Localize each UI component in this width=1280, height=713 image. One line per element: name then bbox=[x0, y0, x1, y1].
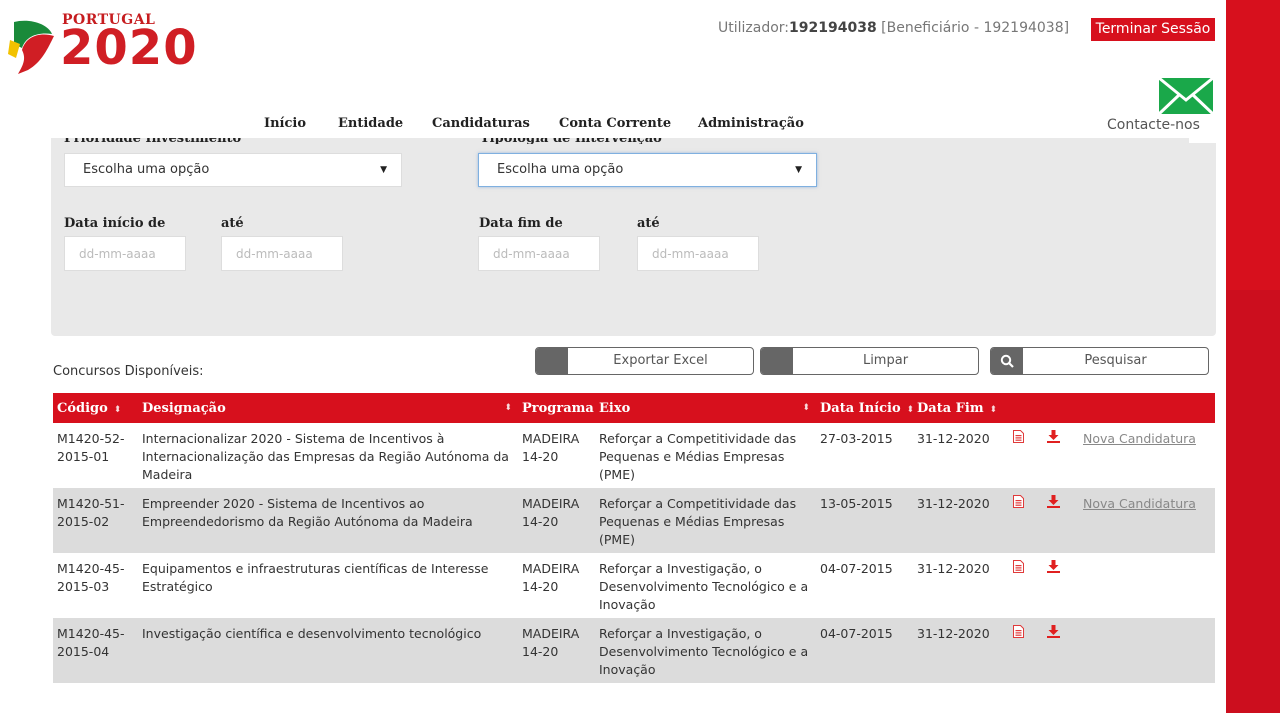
table-row: M1420-45-2015-04 Investigação científica … bbox=[53, 618, 1215, 683]
cell-data-fim: 31-12-2020 bbox=[913, 618, 1009, 683]
tipologia-select[interactable]: Escolha uma opção ▼ bbox=[478, 153, 817, 187]
download-icon[interactable] bbox=[1047, 430, 1060, 443]
download-icon[interactable] bbox=[1047, 625, 1060, 638]
cell-data-inicio: 27-03-2015 bbox=[820, 431, 893, 446]
nav-item-inicio[interactable]: Início bbox=[264, 116, 306, 131]
cell-eixo: Reforçar a Competitividade das Pequenas … bbox=[599, 431, 797, 482]
data-fim-ate-input[interactable] bbox=[637, 236, 759, 271]
download-icon[interactable] bbox=[1047, 495, 1060, 508]
prioridade-label: Prioridade Investimento bbox=[64, 138, 241, 144]
chevron-down-icon: ▼ bbox=[380, 165, 387, 175]
export-excel-button[interactable]: Exportar Excel bbox=[535, 347, 754, 375]
data-inicio-de-input[interactable] bbox=[64, 236, 186, 271]
user-info: Utilizador:192194038 [Beneficiário - 192… bbox=[718, 20, 1069, 36]
cell-eixo: Reforçar a Investigação, o Desenvolvimen… bbox=[595, 618, 816, 683]
data-inicio-ate-input[interactable] bbox=[221, 236, 343, 271]
user-label: Utilizador: bbox=[718, 20, 790, 36]
cell-data-fim: 31-12-2020 bbox=[913, 488, 1009, 553]
logout-button[interactable]: Terminar Sessão bbox=[1091, 18, 1215, 41]
nav-item-administracao[interactable]: Administração bbox=[698, 116, 804, 131]
chevron-down-icon: ▼ bbox=[795, 165, 802, 175]
cell-designacao: Empreender 2020 - Sistema de Incentivos … bbox=[138, 488, 518, 553]
cell-data-fim: 31-12-2020 bbox=[917, 431, 990, 446]
tipologia-label: Tipologia de Intervenção bbox=[480, 138, 662, 144]
envelope-icon[interactable] bbox=[1159, 78, 1213, 114]
nova-candidatura-link[interactable]: Nova Candidatura bbox=[1083, 496, 1196, 511]
sort-icon: ⬍ bbox=[504, 403, 512, 413]
col-header-codigo[interactable]: Código ⬍ bbox=[53, 393, 138, 423]
data-inicio-ate-label: até bbox=[221, 216, 244, 231]
document-icon[interactable] bbox=[1013, 625, 1024, 638]
cell-designacao: Internacionalizar 2020 - Sistema de Ince… bbox=[142, 431, 509, 482]
cell-codigo: M1420-52-2015-01 bbox=[57, 431, 125, 464]
cell-designacao: Equipamentos e infraestruturas científic… bbox=[142, 561, 489, 594]
nav-item-entidade[interactable]: Entidade bbox=[338, 116, 403, 131]
table-row: M1420-45-2015-03 Equipamentos e infraestr… bbox=[53, 553, 1215, 618]
nav-item-candidaturas[interactable]: Candidaturas bbox=[432, 116, 530, 131]
user-id: 192194038 bbox=[789, 20, 877, 36]
prioridade-select[interactable]: Escolha uma opção ▼ bbox=[64, 153, 402, 187]
cell-codigo: M1420-45-2015-04 bbox=[53, 618, 138, 683]
cell-codigo: M1420-45-2015-03 bbox=[57, 561, 125, 594]
data-fim-label: Data fim de bbox=[479, 216, 563, 231]
col-header-eixo[interactable]: Eixo ⬍ bbox=[595, 393, 816, 423]
right-side-stripe bbox=[1226, 0, 1280, 713]
col-header-programa[interactable]: Programa bbox=[518, 393, 595, 423]
cell-data-fim: 31-12-2020 bbox=[917, 561, 990, 576]
user-role: [Beneficiário - 192194038] bbox=[881, 20, 1070, 36]
data-fim-de-input[interactable] bbox=[478, 236, 600, 271]
contact-link[interactable]: Contacte-nos bbox=[1107, 117, 1200, 133]
sort-icon: ⬍ bbox=[989, 404, 998, 415]
cell-data-inicio: 04-07-2015 bbox=[816, 618, 913, 683]
cell-codigo: M1420-51-2015-02 bbox=[53, 488, 138, 553]
portugal-2020-logo-icon bbox=[8, 20, 54, 74]
list-title: Concursos Disponíveis: bbox=[53, 364, 204, 379]
sort-icon: ⬍ bbox=[802, 403, 810, 413]
cell-designacao: Investigação científica e desenvolviment… bbox=[138, 618, 518, 683]
search-label: Pesquisar bbox=[1084, 353, 1147, 368]
cell-programa: MADEIRA 14-20 bbox=[522, 431, 580, 464]
clear-button[interactable]: Limpar bbox=[760, 347, 979, 375]
nova-candidatura-link[interactable]: Nova Candidatura bbox=[1083, 431, 1196, 446]
search-icon bbox=[991, 348, 1023, 374]
logo-text-2020: 2020 bbox=[60, 20, 198, 76]
prioridade-select-value: Escolha uma opção bbox=[83, 162, 210, 177]
data-inicio-label: Data início de bbox=[64, 216, 166, 231]
search-button[interactable]: Pesquisar bbox=[990, 347, 1209, 375]
table-row: M1420-51-2015-02 Empreender 2020 - Sistem… bbox=[53, 488, 1215, 553]
document-icon[interactable] bbox=[1013, 495, 1024, 508]
cell-eixo: Reforçar a Investigação, o Desenvolvimen… bbox=[599, 561, 809, 612]
table-row: M1420-52-2015-01 Internacionalizar 2020 -… bbox=[53, 423, 1215, 488]
clear-label: Limpar bbox=[862, 353, 909, 368]
document-icon[interactable] bbox=[1013, 430, 1024, 443]
sort-icon: ⬍ bbox=[906, 404, 915, 415]
document-icon[interactable] bbox=[1013, 560, 1024, 573]
cell-programa: MADEIRA 14-20 bbox=[518, 488, 595, 553]
cell-programa: MADEIRA 14-20 bbox=[522, 561, 580, 594]
cell-data-inicio: 04-07-2015 bbox=[820, 561, 893, 576]
cell-programa: MADEIRA 14-20 bbox=[518, 618, 595, 683]
cell-eixo: Reforçar a Competitividade das Pequenas … bbox=[595, 488, 816, 553]
col-header-data-fim[interactable]: Data Fim ⬍ bbox=[913, 393, 1009, 423]
download-icon[interactable] bbox=[1047, 560, 1060, 573]
cell-data-inicio: 13-05-2015 bbox=[816, 488, 913, 553]
export-excel-label: Exportar Excel bbox=[613, 353, 708, 368]
col-header-data-inicio[interactable]: Data Início ⬍ bbox=[816, 393, 915, 423]
nav-item-conta-corrente[interactable]: Conta Corrente bbox=[559, 116, 671, 131]
sort-icon: ⬍ bbox=[113, 404, 122, 415]
data-fim-ate-label: até bbox=[637, 216, 660, 231]
tipologia-select-value: Escolha uma opção bbox=[497, 162, 624, 177]
concursos-table: Código ⬍ Designação ⬍ Programa Eixo ⬍ Data … bbox=[53, 393, 1215, 683]
col-header-designacao[interactable]: Designação ⬍ bbox=[138, 393, 518, 423]
